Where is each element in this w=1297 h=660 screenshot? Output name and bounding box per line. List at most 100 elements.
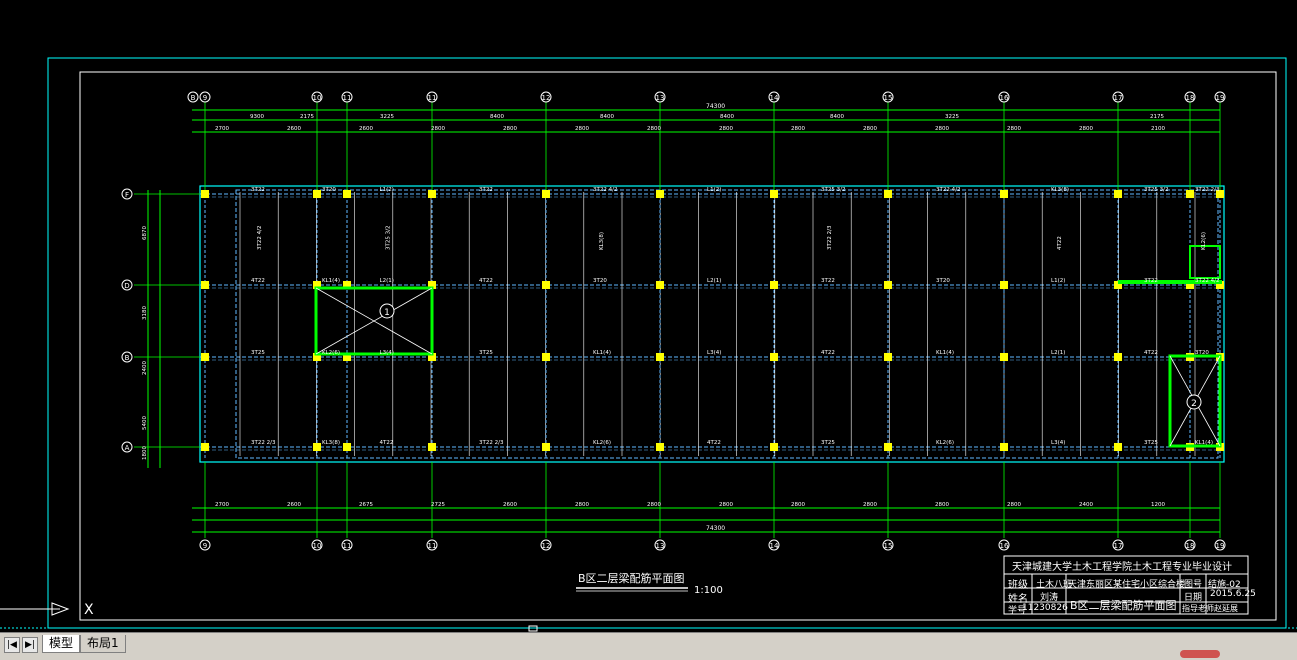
dim-row2: 2100 — [1151, 126, 1165, 132]
axis-label-top-0: 9 — [203, 94, 207, 102]
tb-date-label: 日期 — [1184, 593, 1203, 603]
dim-row-bottom: 2725 — [431, 502, 445, 508]
dim-row-bottom: 2800 — [719, 502, 733, 508]
dim-row2: 2800 — [431, 126, 445, 132]
axis-label-top-1: 10 — [313, 94, 322, 102]
axis-label-left-1: D — [124, 282, 129, 290]
column-3-8 — [1000, 443, 1008, 451]
beam-outline — [235, 189, 1219, 459]
layout-tab-bar: |◀ ▶| 模型 布局1 — [0, 632, 1297, 660]
column-1-4 — [542, 281, 550, 289]
beam-tag: KL3(8) — [322, 440, 340, 446]
dim-row1: 8400 — [490, 114, 504, 120]
axis-label-bottom-4: 12 — [542, 542, 551, 550]
column-0-7 — [884, 190, 892, 198]
axis-label-left-2: B — [125, 354, 130, 362]
dim-left: 5400 — [142, 416, 148, 430]
stair-label-2: 2 — [1191, 399, 1197, 409]
dim-row-bottom: 2800 — [1007, 502, 1021, 508]
beam-tag: 4T22 — [1144, 350, 1158, 356]
axis-label-bottom-11: 19 — [1216, 542, 1225, 550]
axis-label-left-0: F — [125, 191, 129, 199]
beam-tag: 3T20 — [322, 187, 336, 193]
beam-tag: KL2(6) — [593, 440, 611, 446]
bottom-axis-bubbles: 9 10 11 11 12 13 14 15 16 17 18 19 — [199, 539, 1226, 551]
beam-tag-vertical: 3T22 4/2 — [257, 226, 263, 250]
beam-tag: L1(2) — [1051, 278, 1065, 284]
drawing-scale: 1:100 — [694, 585, 723, 596]
beam-annotations: 3T22 4T22 3T25 3T22 2/3 3T22 4/2 3T20 KL1(4) KL… — [251, 187, 1220, 446]
floor-plan-drawing[interactable]: B 9 10 11 11 12 13 14 15 16 17 18 19 9 10 11 11 12 13 14 15… — [0, 0, 1297, 632]
inner-frame — [79, 71, 1277, 621]
dim-row-bottom: 2800 — [935, 502, 949, 508]
beam-tag: KL2(6) — [322, 350, 340, 356]
first-tab-button[interactable]: |◀ — [4, 637, 20, 653]
dim-left: 1800 — [142, 446, 148, 460]
ucs-x-icon: X — [84, 602, 94, 618]
tab-layout1[interactable]: 布局1 — [80, 635, 126, 653]
beam-tag: 4T22 — [479, 278, 493, 284]
tb-drawing-no-label: 图号 — [1184, 580, 1203, 590]
axis-label-top-7: 15 — [884, 94, 893, 102]
dim-row2: 2800 — [791, 126, 805, 132]
column-0-4 — [542, 190, 550, 198]
column-2-7 — [884, 353, 892, 361]
beam-tag: L2(1) — [1051, 350, 1065, 356]
beam-tag: KL1(4) — [322, 278, 340, 284]
axis-label-bottom-0: 9 — [203, 542, 207, 550]
column-3-2 — [343, 443, 351, 451]
beam-tag: 3T22 — [479, 187, 493, 193]
column-3-5 — [656, 443, 664, 451]
dim-total-bottom: 74300 — [706, 525, 725, 532]
beam-tag: KL1(4) — [936, 350, 954, 356]
dim-row-bottom: 1200 — [1151, 502, 1165, 508]
dim-row2: 2600 — [287, 126, 301, 132]
horizontal-beams — [200, 193, 1224, 451]
beam-tag: L2(1) — [707, 278, 721, 284]
beam-tag: 3T25 3/2 — [1144, 187, 1168, 193]
outer-frame — [47, 57, 1287, 629]
beam-tag: L2(1) — [380, 278, 394, 284]
column-3-1 — [313, 443, 321, 451]
axis-label-top-6: 14 — [770, 94, 779, 102]
axis-label-top-9: 17 — [1114, 94, 1123, 102]
dim-row-bottom: 2600 — [503, 502, 517, 508]
beam-tag: 3T22 — [251, 187, 265, 193]
dim-row1: 2175 — [300, 114, 314, 120]
column-0-8 — [1000, 190, 1008, 198]
beam-tag: L3(4) — [1051, 440, 1065, 446]
dim-row-bottom: 2800 — [791, 502, 805, 508]
dim-row-bottom: 2800 — [647, 502, 661, 508]
axis-label-bottom-10: 18 — [1186, 542, 1195, 550]
dim-row2: 2800 — [935, 126, 949, 132]
dim-row-bottom: 2700 — [215, 502, 229, 508]
beam-tag: 3T22 2/3 — [1195, 187, 1220, 193]
column-1-8 — [1000, 281, 1008, 289]
dim-row2: 2800 — [1007, 126, 1021, 132]
dim-row1: 9300 — [250, 114, 264, 120]
axis-label-left-3: A — [125, 444, 130, 452]
beam-tag-vertical: 3T25 3/2 — [386, 226, 392, 250]
scroll-indicator[interactable] — [1180, 650, 1220, 658]
stair-label-1: 1 — [384, 308, 390, 318]
drawing-title: B区二层梁配筋平面图 — [578, 571, 685, 585]
beam-tag-vertical: KL3(8) — [599, 232, 605, 250]
last-tab-button[interactable]: ▶| — [22, 637, 38, 653]
beam-tag: 3T25 — [479, 350, 493, 356]
dim-row-bottom: 2400 — [1079, 502, 1093, 508]
tb-class-value: 土木八班 — [1036, 580, 1073, 590]
column-0-2 — [343, 190, 351, 198]
dim-row2: 2800 — [863, 126, 877, 132]
column-2-4 — [542, 353, 550, 361]
column-2-6 — [770, 353, 778, 361]
tab-model[interactable]: 模型 — [42, 635, 81, 653]
drawing-canvas[interactable]: B 9 10 11 11 12 13 14 15 16 17 18 19 9 10 11 11 12 13 14 15… — [0, 0, 1297, 632]
beam-tag-vertical: 3T22 2/3 — [827, 225, 833, 250]
column-0-1 — [313, 190, 321, 198]
tb-date-value: 2015.6.25 — [1210, 589, 1256, 599]
beam-tag-vertical: KL2(6) — [1201, 232, 1207, 250]
dim-row-bottom: 2600 — [287, 502, 301, 508]
beam-tag: 3T22 2/3 — [479, 440, 504, 446]
column-3-9 — [1114, 443, 1122, 451]
beam-tag: 3T25 — [821, 440, 835, 446]
